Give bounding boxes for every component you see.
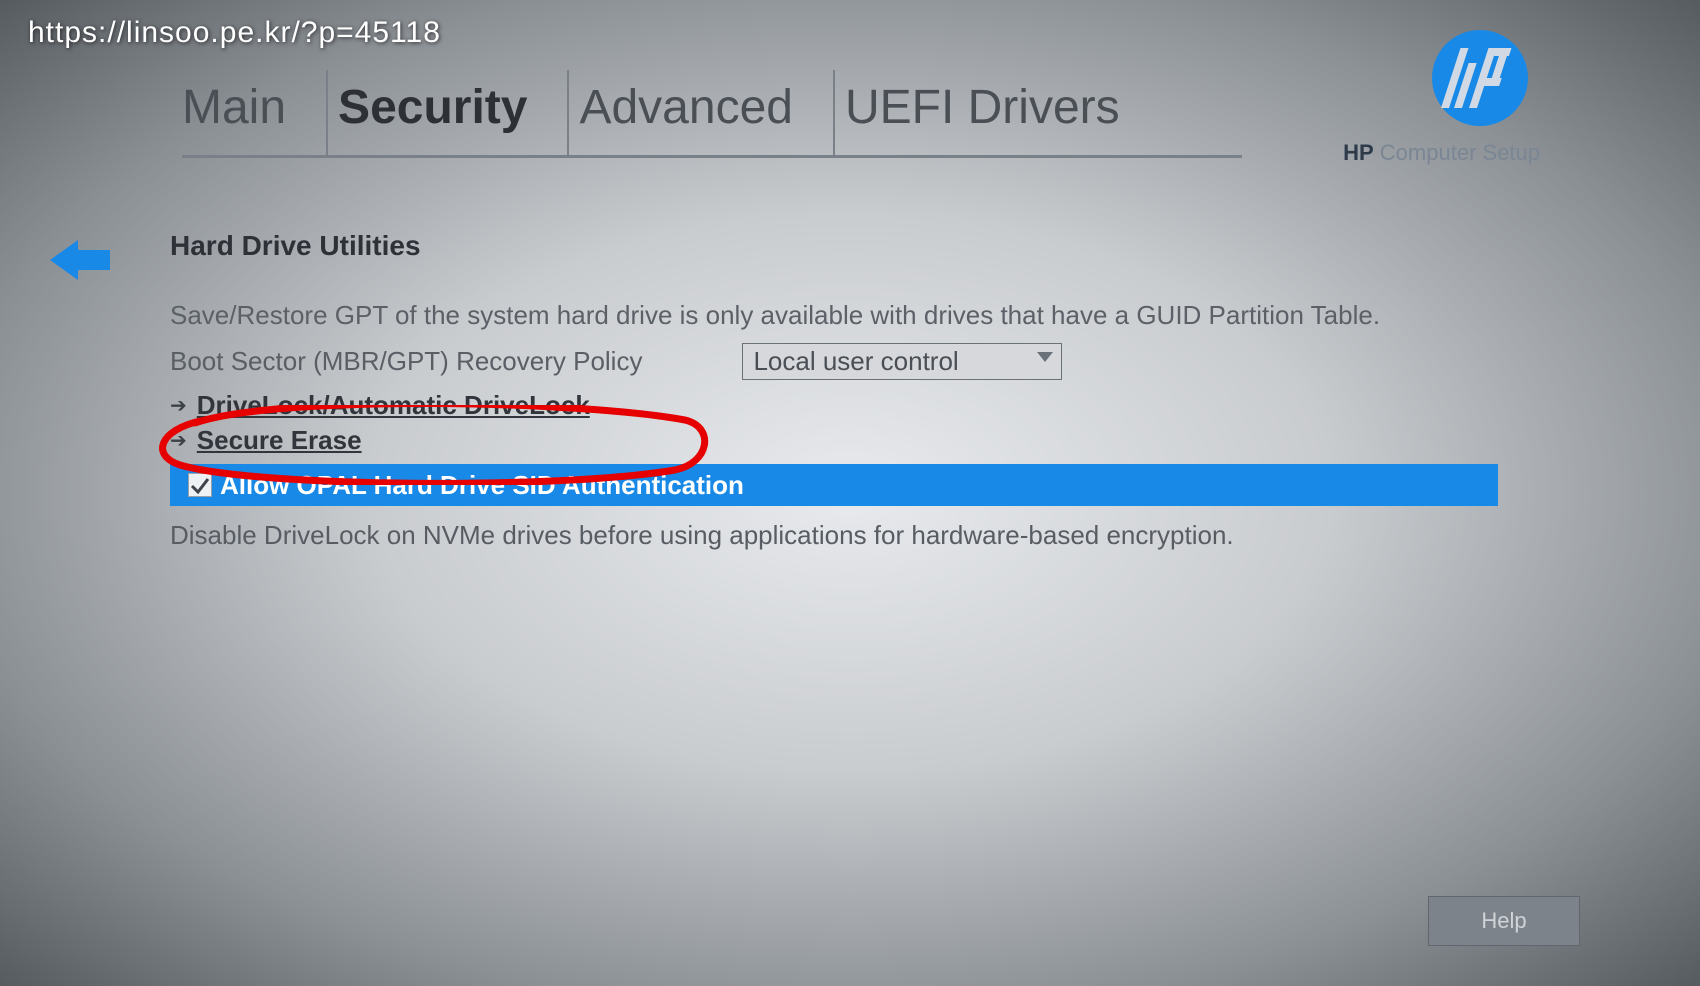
tab-uefi-drivers[interactable]: UEFI Drivers [833,70,1160,155]
arrow-right-icon: ➔ [170,393,187,418]
content-area: Save/Restore GPT of the system hard driv… [170,300,1490,551]
tab-advanced[interactable]: Advanced [567,70,833,155]
link-drivelock[interactable]: ➔ DriveLock/Automatic DriveLock [170,390,1490,421]
opal-label: Allow OPAL Hard Drive SID Authentication [220,470,744,501]
brand-subtitle: Computer Setup [1380,140,1540,165]
back-arrow-icon[interactable] [50,240,110,280]
gpt-note: Save/Restore GPT of the system hard driv… [170,300,1490,331]
tab-security[interactable]: Security [326,70,567,155]
help-button-label: Help [1481,908,1526,934]
brand-hp: HP [1343,140,1374,165]
policy-row: Boot Sector (MBR/GPT) Recovery Policy Lo… [170,343,1490,380]
tab-bar: Main Security Advanced UEFI Drivers [182,70,1242,158]
url-overlay-text: https://linsoo.pe.kr/?p=45118 [28,16,441,50]
hp-logo [1430,28,1530,133]
opal-checkbox[interactable] [188,473,212,497]
policy-dropdown[interactable]: Local user control [742,343,1062,380]
chevron-down-icon [1037,352,1053,362]
arrow-right-icon: ➔ [170,428,187,453]
brand-name: HP Computer Setup [1343,140,1540,166]
link-secure-erase-label: Secure Erase [197,425,362,456]
section-title: Hard Drive Utilities [170,230,421,262]
link-drivelock-label: DriveLock/Automatic DriveLock [197,390,590,421]
opal-authentication-row[interactable]: Allow OPAL Hard Drive SID Authentication [170,464,1498,506]
nvme-note: Disable DriveLock on NVMe drives before … [170,520,1490,551]
policy-label: Boot Sector (MBR/GPT) Recovery Policy [170,346,642,377]
policy-dropdown-value: Local user control [753,346,958,376]
link-secure-erase[interactable]: ➔ Secure Erase [170,425,1490,456]
tab-main[interactable]: Main [182,70,326,155]
help-button[interactable]: Help [1428,896,1580,946]
